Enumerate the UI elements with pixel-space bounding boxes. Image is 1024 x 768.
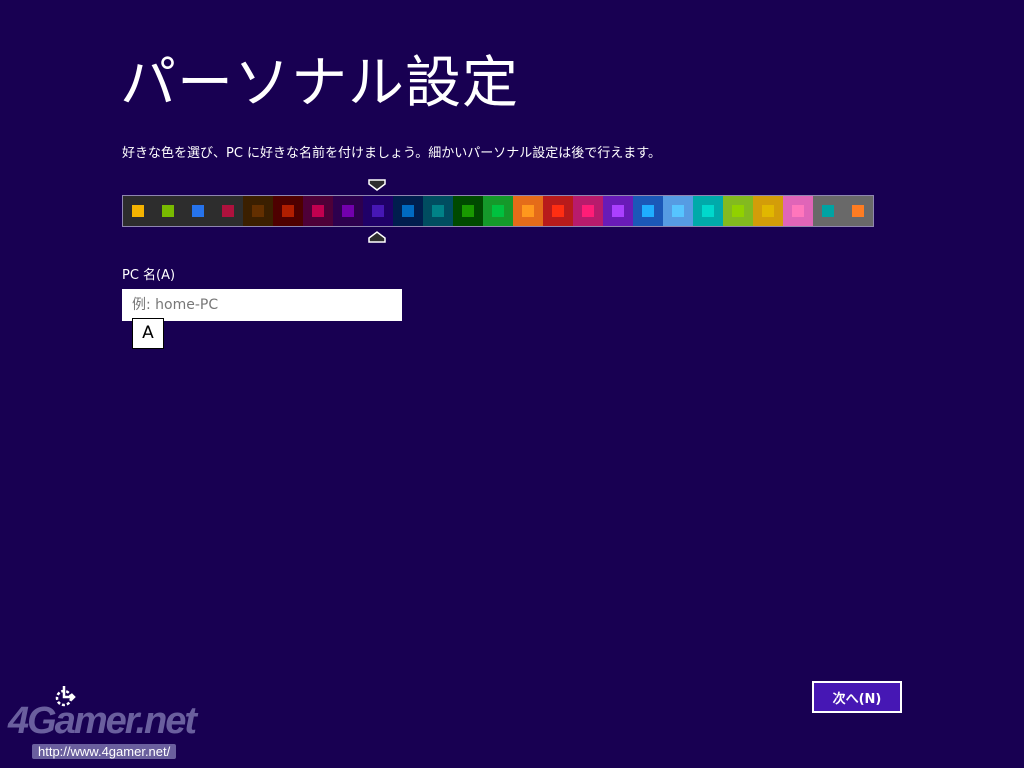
color-swatch[interactable] bbox=[153, 196, 183, 226]
color-swatch[interactable] bbox=[243, 196, 273, 226]
color-swatch-square bbox=[762, 205, 774, 217]
color-swatch-square bbox=[252, 205, 264, 217]
color-swatch-square bbox=[222, 205, 234, 217]
color-swatch-square bbox=[192, 205, 204, 217]
color-swatch[interactable] bbox=[273, 196, 303, 226]
color-swatch[interactable] bbox=[213, 196, 243, 226]
color-swatch-square bbox=[792, 205, 804, 217]
color-swatch-square bbox=[582, 205, 594, 217]
color-swatch-square bbox=[612, 205, 624, 217]
color-swatch-square bbox=[492, 205, 504, 217]
color-swatch-square bbox=[522, 205, 534, 217]
color-swatch-square bbox=[312, 205, 324, 217]
color-swatch[interactable] bbox=[303, 196, 333, 226]
page-title: パーソナル設定 bbox=[120, 51, 519, 116]
page-description: 好きな色を選び、PC に好きな名前を付けましょう。細かいパーソナル設定は後で行え… bbox=[122, 146, 661, 161]
color-swatch-square bbox=[642, 205, 654, 217]
color-swatch[interactable] bbox=[783, 196, 813, 226]
pc-name-label: PC 名(A) bbox=[122, 268, 176, 283]
color-swatch-square bbox=[732, 205, 744, 217]
color-swatch[interactable] bbox=[663, 196, 693, 226]
color-swatch[interactable] bbox=[573, 196, 603, 226]
color-swatch-square bbox=[432, 205, 444, 217]
color-swatch[interactable] bbox=[693, 196, 723, 226]
watermark-logo-text: 4Gamer.net bbox=[8, 700, 197, 742]
color-swatch[interactable] bbox=[453, 196, 483, 226]
color-swatch[interactable] bbox=[543, 196, 573, 226]
color-swatch[interactable] bbox=[333, 196, 363, 226]
color-swatch[interactable] bbox=[753, 196, 783, 226]
color-swatch[interactable] bbox=[603, 196, 633, 226]
color-swatch-square bbox=[402, 205, 414, 217]
watermark-url: http://www.4gamer.net/ bbox=[32, 744, 177, 759]
color-swatch[interactable] bbox=[393, 196, 423, 226]
color-swatch[interactable] bbox=[183, 196, 213, 226]
pc-name-input[interactable] bbox=[122, 289, 402, 321]
color-swatch[interactable] bbox=[813, 196, 843, 226]
color-swatch[interactable] bbox=[723, 196, 753, 226]
color-swatch-square bbox=[462, 205, 474, 217]
color-swatch[interactable] bbox=[423, 196, 453, 226]
color-swatch[interactable] bbox=[843, 196, 873, 226]
selection-marker-bottom-icon bbox=[368, 231, 386, 243]
color-swatch-square bbox=[342, 205, 354, 217]
color-swatch-square bbox=[702, 205, 714, 217]
ime-mode-indicator: A bbox=[132, 318, 164, 349]
color-swatch-square bbox=[162, 205, 174, 217]
color-swatch-square bbox=[552, 205, 564, 217]
selection-marker-top-icon bbox=[368, 179, 386, 191]
color-swatch-square bbox=[132, 205, 144, 217]
color-swatch[interactable] bbox=[363, 196, 393, 226]
color-swatch-square bbox=[282, 205, 294, 217]
color-swatch[interactable] bbox=[123, 196, 153, 226]
color-swatch-square bbox=[822, 205, 834, 217]
color-swatch[interactable] bbox=[513, 196, 543, 226]
color-swatch[interactable] bbox=[633, 196, 663, 226]
next-button[interactable]: 次へ(N) bbox=[812, 681, 902, 713]
color-swatch[interactable] bbox=[483, 196, 513, 226]
color-swatch-square bbox=[672, 205, 684, 217]
color-swatch-square bbox=[372, 205, 384, 217]
color-picker[interactable] bbox=[122, 195, 874, 227]
color-swatch-square bbox=[852, 205, 864, 217]
